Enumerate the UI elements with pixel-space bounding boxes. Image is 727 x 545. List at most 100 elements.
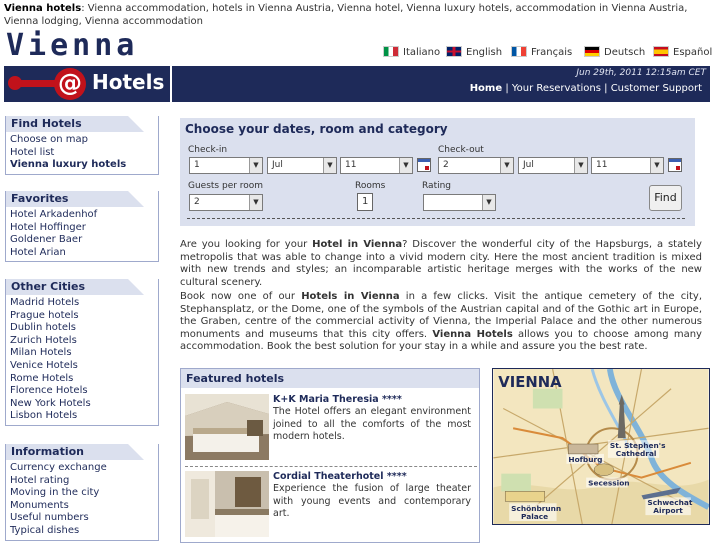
- nav-reservations[interactable]: Your Reservations: [512, 83, 601, 94]
- sidebar-item-hoffinger[interactable]: Hotel Hoffinger: [10, 222, 158, 235]
- divider: [187, 218, 685, 219]
- vienna-map[interactable]: VIENNA St. Stephen's Cathedral Hofburg S…: [492, 368, 710, 525]
- logo-hotels: Hotels: [92, 70, 165, 94]
- checkout-year-select[interactable]: 11 ▼: [591, 157, 664, 174]
- hotel-name[interactable]: Cordial Theaterhotel ****: [273, 471, 471, 483]
- select-value: Jul: [272, 160, 283, 170]
- lang-deutsch[interactable]: Deutsch: [584, 46, 645, 58]
- calendar-icon[interactable]: [668, 158, 682, 172]
- sidebar-item-map[interactable]: Choose on map: [10, 134, 158, 147]
- sidebar-item-arkadenhof[interactable]: Hotel Arkadenhof: [10, 209, 158, 222]
- top-text: : Vienna accommodation, hotels in Vienna…: [4, 3, 688, 27]
- divider: [185, 466, 477, 467]
- hotel-photo[interactable]: [185, 471, 269, 537]
- sidebar-item-rating[interactable]: Hotel rating: [10, 475, 158, 488]
- sidebar-item-monuments[interactable]: Monuments: [10, 500, 158, 513]
- rooms-label: Rooms: [355, 181, 386, 191]
- lang-label: English: [466, 47, 503, 58]
- sidebar-item-arian[interactable]: Hotel Arian: [10, 247, 158, 260]
- sidebar-item-dishes[interactable]: Typical dishes: [10, 525, 158, 538]
- chevron-down-icon: ▼: [482, 195, 495, 210]
- nav-separator: |: [505, 83, 509, 94]
- hotel-info: K+K Maria Theresia **** The Hotel offers…: [273, 394, 471, 444]
- top-prefix: Vienna hotels: [4, 3, 82, 14]
- lang-label: Italiano: [403, 47, 441, 58]
- sidebar-item-madrid[interactable]: Madrid Hotels: [10, 297, 158, 310]
- information-title: Information: [6, 444, 144, 460]
- intro-keyword: Hotel in Vienna: [312, 239, 403, 250]
- sidebar-item-goldener-baer[interactable]: Goldener Baer: [10, 234, 158, 247]
- guests-select[interactable]: 2 ▼: [189, 194, 263, 211]
- lang-label: Deutsch: [604, 47, 646, 58]
- select-value: 11: [345, 160, 357, 170]
- hotel-info: Cordial Theaterhotel **** Experience the…: [273, 471, 471, 521]
- favorites-box: Favorites Hotel Arkadenhof Hotel Hoffing…: [5, 191, 159, 263]
- sidebar-item-prague[interactable]: Prague hotels: [10, 310, 158, 323]
- intro-keyword: Vienna Hotels: [432, 328, 513, 340]
- chevron-down-icon: ▼: [500, 158, 513, 173]
- checkin-day-select[interactable]: 1 ▼: [189, 157, 263, 174]
- select-value: 1: [194, 160, 200, 170]
- secession-icon: [593, 463, 615, 476]
- key-shaft: [12, 80, 56, 87]
- lang-espanol[interactable]: Español: [653, 46, 712, 58]
- lang-english[interactable]: English: [446, 46, 502, 58]
- top-description: Vienna hotels: Vienna accommodation, hot…: [4, 2, 704, 28]
- find-hotels-box: Find Hotels Choose on map Hotel list Vie…: [5, 116, 159, 175]
- map-label: Airport: [653, 506, 683, 515]
- nav-separator: |: [604, 83, 608, 94]
- language-selector: Italiano English Français Deutsch Españo…: [383, 46, 713, 60]
- nav-support[interactable]: Customer Support: [611, 83, 702, 94]
- checkout-day-select[interactable]: 2 ▼: [438, 157, 514, 174]
- map-label: Palace: [521, 512, 548, 521]
- intro-paragraph-1: Are you looking for your Hotel in Vienna…: [180, 239, 702, 289]
- sidebar-item-numbers[interactable]: Useful numbers: [10, 512, 158, 525]
- sidebar-item-dublin[interactable]: Dublin hotels: [10, 322, 158, 335]
- sidebar-item-venice[interactable]: Venice Hotels: [10, 360, 158, 373]
- sidebar-item-rome[interactable]: Rome Hotels: [10, 373, 158, 386]
- checkin-month-select[interactable]: Jul ▼: [267, 157, 337, 174]
- map-label: Cathedral: [616, 449, 657, 458]
- rooms-input[interactable]: 1: [357, 193, 373, 211]
- chevron-down-icon: ▼: [574, 158, 587, 173]
- sidebar-item-luxury[interactable]: Vienna luxury hotels: [10, 159, 158, 172]
- nav-links: Home | Your Reservations | Customer Supp…: [470, 83, 702, 94]
- spain-flag-icon: [653, 46, 669, 57]
- select-value: 2: [194, 197, 200, 207]
- logo-at: @: [54, 68, 86, 100]
- sidebar-item-moving[interactable]: Moving in the city: [10, 487, 158, 500]
- select-value: 2: [443, 160, 449, 170]
- select-value: Jul: [523, 160, 534, 170]
- logo-word: Vienna: [6, 28, 172, 64]
- sidebar-item-new-york[interactable]: New York Hotels: [10, 398, 158, 411]
- chevron-down-icon: ▼: [323, 158, 336, 173]
- sidebar-item-hotel-list[interactable]: Hotel list: [10, 147, 158, 160]
- sidebar-item-currency[interactable]: Currency exchange: [10, 462, 158, 475]
- checkin-year-select[interactable]: 11 ▼: [340, 157, 413, 174]
- uk-flag-icon: [446, 46, 462, 57]
- hotel-name[interactable]: K+K Maria Theresia ****: [273, 394, 471, 406]
- nav-home[interactable]: Home: [470, 83, 502, 94]
- chevron-down-icon: ▼: [249, 158, 262, 173]
- sidebar-item-florence[interactable]: Florence Hotels: [10, 385, 158, 398]
- sidebar-item-zurich[interactable]: Zurich Hotels: [10, 335, 158, 348]
- intro-paragraph-2: Book now one of our Hotels in Vienna in …: [180, 291, 702, 354]
- rating-select[interactable]: ▼: [423, 194, 496, 211]
- rating-label: Rating: [422, 181, 452, 191]
- intro-text: Are you looking for your: [180, 239, 313, 250]
- checkout-month-select[interactable]: Jul ▼: [518, 157, 588, 174]
- lang-francais[interactable]: Français: [511, 46, 572, 58]
- sidebar-item-milan[interactable]: Milan Hotels: [10, 347, 158, 360]
- find-button[interactable]: Find: [649, 185, 682, 211]
- search-box: Choose your dates, room and category Che…: [180, 118, 695, 226]
- hotel-photo[interactable]: [185, 394, 269, 460]
- intro-text: Book now one of our: [180, 291, 302, 302]
- lang-label: Français: [531, 47, 573, 58]
- hotel-description: Experience the fusion of large theater w…: [273, 483, 471, 520]
- site-logo[interactable]: Vienna @ Hotels: [4, 28, 172, 102]
- find-hotels-title: Find Hotels: [6, 116, 144, 132]
- sidebar-item-lisbon[interactable]: Lisbon Hotels: [10, 410, 158, 423]
- calendar-icon[interactable]: [417, 158, 431, 172]
- search-title: Choose your dates, room and category: [185, 122, 448, 136]
- lang-italiano[interactable]: Italiano: [383, 46, 440, 58]
